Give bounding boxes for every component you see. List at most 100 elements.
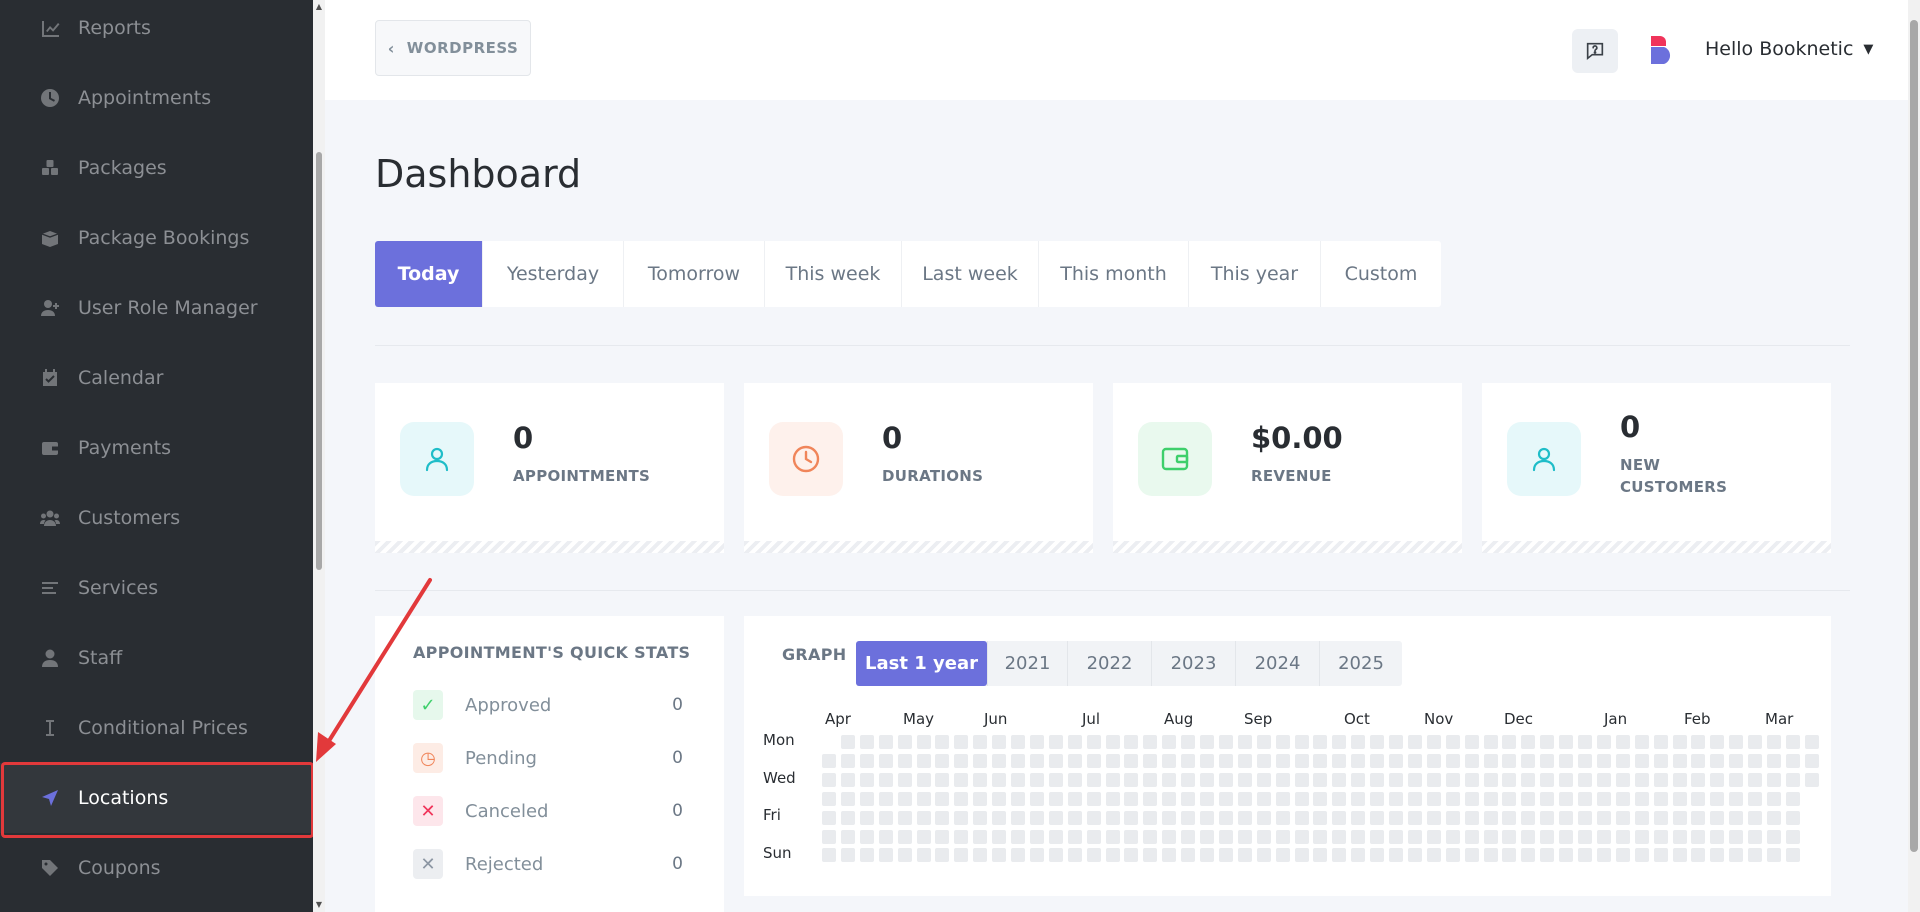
help-button[interactable] <box>1572 29 1618 73</box>
heatmap-cell <box>1313 848 1328 863</box>
wordpress-back-button[interactable]: ‹ WORDPRESS <box>375 20 531 76</box>
heatmap-cell <box>1634 848 1649 863</box>
tab-today[interactable]: Today <box>375 241 482 307</box>
heatmap-cell <box>1521 772 1536 787</box>
heatmap-cell <box>1521 753 1536 768</box>
year-tab-2021[interactable]: 2021 <box>987 641 1067 686</box>
user-menu[interactable]: Hello Booknetic ▼ <box>1705 38 1873 60</box>
tab-custom[interactable]: Custom <box>1320 241 1441 307</box>
tab-tomorrow[interactable]: Tomorrow <box>623 241 764 307</box>
quick-stat-count: 0 <box>672 748 683 768</box>
sidebar-item-customers[interactable]: Customers <box>0 483 313 553</box>
heatmap-cell <box>1729 772 1744 787</box>
heatmap-cell <box>973 810 988 825</box>
user-icon <box>400 422 474 496</box>
heatmap-cell <box>1729 735 1744 749</box>
year-tab-2024[interactable]: 2024 <box>1235 641 1319 686</box>
window-scrollbar-thumb[interactable] <box>1910 20 1918 852</box>
heatmap-cell <box>822 848 836 863</box>
card-stripe <box>375 541 724 553</box>
heatmap-cell <box>1143 791 1158 806</box>
heatmap-cell <box>859 810 874 825</box>
heatmap-cell <box>1086 772 1101 787</box>
heatmap-cell <box>1502 829 1517 844</box>
heatmap-cell <box>1407 772 1422 787</box>
heatmap-cell <box>1294 735 1309 749</box>
card-stripe <box>1113 541 1462 553</box>
heatmap-cell <box>1748 735 1763 749</box>
heatmap-cell <box>1011 829 1025 844</box>
heatmap-cell <box>1181 772 1196 787</box>
sidebar-item-user-role-manager[interactable]: User Role Manager <box>0 273 313 343</box>
sidebar-item-calendar[interactable]: Calendar <box>0 343 313 413</box>
heatmap-cell <box>1256 791 1271 806</box>
heatmap-cell <box>1691 753 1706 768</box>
heatmap-cell <box>1256 735 1271 749</box>
heatmap-cell <box>1124 735 1139 749</box>
scroll-up-arrow-icon[interactable]: ▲ <box>314 2 324 12</box>
year-tab-last-1-year[interactable]: Last 1 year <box>856 641 987 686</box>
heatmap-cell <box>1464 753 1479 768</box>
sidebar-item-coupons[interactable]: Coupons <box>0 833 313 903</box>
heatmap-cell <box>1785 791 1800 806</box>
heatmap-cell <box>1710 829 1725 844</box>
heatmap-cell <box>1578 791 1592 806</box>
heatmap-cell <box>897 848 912 863</box>
heatmap-cell <box>1710 735 1725 749</box>
heatmap-cell <box>1578 829 1592 844</box>
divider <box>375 590 1850 591</box>
heatmap-cell <box>1407 848 1422 863</box>
heatmap-cell <box>1634 772 1649 787</box>
sidebar-item-label: Locations <box>78 787 169 809</box>
year-tab-2022[interactable]: 2022 <box>1067 641 1151 686</box>
heatmap-cell <box>1464 810 1479 825</box>
sidebar-item-packages[interactable]: Packages <box>0 133 313 203</box>
heatmap-cell <box>1237 810 1252 825</box>
tab-this-week[interactable]: This week <box>764 241 901 307</box>
heatmap-cell <box>954 772 969 787</box>
year-tab-2023[interactable]: 2023 <box>1151 641 1235 686</box>
sidebar-item-reports[interactable]: Reports <box>0 0 313 63</box>
heatmap-cell <box>1426 791 1441 806</box>
heatmap-cell <box>1521 791 1536 806</box>
heatmap-cell <box>1294 791 1309 806</box>
heatmap-cell <box>1540 772 1555 787</box>
sidebar-item-services[interactable]: Services <box>0 553 313 623</box>
heatmap-cell <box>1351 810 1366 825</box>
heatmap-cell <box>1502 772 1517 787</box>
heatmap-cell <box>1464 848 1479 863</box>
heatmap-cell <box>1313 829 1328 844</box>
heatmap-cell <box>1578 735 1592 749</box>
year-tab-2025[interactable]: 2025 <box>1319 641 1402 686</box>
heatmap-cell <box>1048 829 1063 844</box>
tab-this-month[interactable]: This month <box>1038 241 1188 307</box>
sidebar-item-locations[interactable]: Locations <box>0 763 313 833</box>
sidebar-item-conditional-prices[interactable]: Conditional Prices <box>0 693 313 763</box>
tab-last-week[interactable]: Last week <box>901 241 1038 307</box>
tab-this-year[interactable]: This year <box>1188 241 1320 307</box>
sidebar-scrollbar-thumb[interactable] <box>316 152 322 570</box>
sidebar-item-package-bookings[interactable]: Package Bookings <box>0 203 313 273</box>
heatmap-cell <box>859 772 874 787</box>
sidebar-item-label: Appointments <box>78 87 212 109</box>
heatmap-cell <box>1218 772 1233 787</box>
heatmap-cell <box>1521 848 1536 863</box>
scroll-down-arrow-icon[interactable]: ▼ <box>314 900 324 910</box>
year-tabs: Last 1 year 2021 2022 2023 2024 2025 <box>856 641 1402 686</box>
sidebar-item-staff[interactable]: Staff <box>0 623 313 693</box>
heatmap-cell <box>954 791 969 806</box>
month-label: Oct <box>1344 710 1370 728</box>
heatmap-cell <box>1256 753 1271 768</box>
topbar: ‹ WORDPRESS Hello Booknetic ▼ <box>325 0 1908 100</box>
heatmap-cell <box>859 791 874 806</box>
heatmap-cell <box>1105 753 1120 768</box>
tab-yesterday[interactable]: Yesterday <box>482 241 623 307</box>
heatmap-cell <box>1294 848 1309 863</box>
heatmap-cell <box>1218 810 1233 825</box>
heatmap-cell <box>1502 848 1517 863</box>
sidebar-item-payments[interactable]: Payments <box>0 413 313 483</box>
heatmap-cell <box>1540 829 1555 844</box>
heatmap-cell <box>1332 810 1347 825</box>
sidebar-item-appointments[interactable]: Appointments <box>0 63 313 133</box>
heatmap-cell <box>1256 772 1271 787</box>
